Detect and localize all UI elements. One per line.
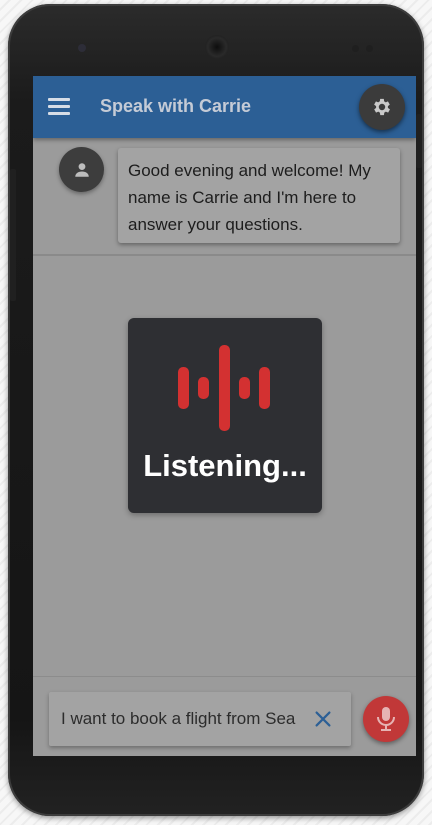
volume-button [10,169,16,301]
app-bar: Speak with Carrie [33,76,416,138]
person-icon [74,162,89,177]
close-icon[interactable] [312,708,334,730]
avatar [59,147,104,192]
page-title: Speak with Carrie [100,96,252,116]
message-input-container [49,692,351,746]
app-screen: Speak with Carrie Good evening and welco… [33,76,416,756]
power-button [416,114,422,168]
chat-history: Good evening and welcome! My name is Car… [33,138,416,256]
earpiece-speaker [205,35,229,59]
listening-indicator: Listening... [128,318,322,513]
microphone-icon [377,707,395,731]
hamburger-menu-icon[interactable] [48,98,72,116]
sound-wave-icon [178,345,270,431]
chat-message-bubble: Good evening and welcome! My name is Car… [118,148,400,243]
listening-label: Listening... [143,448,307,483]
phone-frame: Speak with Carrie Good evening and welco… [8,4,424,816]
proximity-sensor [352,45,359,52]
light-sensor [366,45,373,52]
gear-icon [374,98,390,116]
microphone-button[interactable] [363,696,409,742]
settings-button[interactable] [359,84,405,130]
input-bar [33,676,416,756]
front-camera [78,44,86,52]
message-input[interactable] [61,705,304,733]
